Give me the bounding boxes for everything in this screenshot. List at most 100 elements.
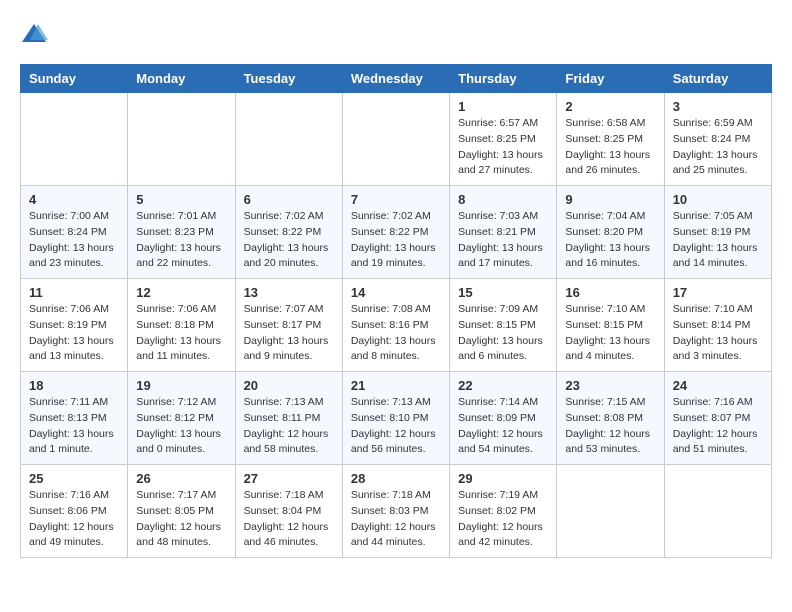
calendar-week-row: 4 Sunrise: 7:00 AM Sunset: 8:24 PM Daylig… [21,186,772,279]
weekday-header-wednesday: Wednesday [342,65,449,93]
day-number: 15 [458,285,548,300]
calendar-cell: 12Sunrise: 7:06 AM Sunset: 8:18 PM Dayli… [128,279,235,372]
day-info: Sunrise: 7:01 AM Sunset: 8:23 PM Dayligh… [136,209,226,272]
calendar-cell: 19 Sunrise: 7:12 AM Sunset: 8:12 PM Dayli… [128,372,235,465]
calendar-cell: 10Sunrise: 7:05 AM Sunset: 8:19 PM Dayli… [664,186,771,279]
calendar-week-row: 25 Sunrise: 7:16 AM Sunset: 8:06 PM Dayli… [21,465,772,558]
day-number: 17 [673,285,763,300]
calendar-cell: 18 Sunrise: 7:11 AM Sunset: 8:13 PM Dayli… [21,372,128,465]
calendar-cell: 8 Sunrise: 7:03 AM Sunset: 8:21 PM Daylig… [450,186,557,279]
day-info: Sunrise: 7:09 AM Sunset: 8:15 PM Dayligh… [458,302,548,365]
day-number: 26 [136,471,226,486]
calendar-cell: 21 Sunrise: 7:13 AM Sunset: 8:10 PM Dayli… [342,372,449,465]
logo-icon [20,20,48,48]
weekday-header-saturday: Saturday [664,65,771,93]
day-number: 27 [244,471,334,486]
calendar-cell: 6 Sunrise: 7:02 AM Sunset: 8:22 PM Daylig… [235,186,342,279]
calendar-cell: 24Sunrise: 7:16 AM Sunset: 8:07 PM Dayli… [664,372,771,465]
day-info: Sunrise: 6:58 AM Sunset: 8:25 PM Dayligh… [565,116,655,179]
calendar-cell: 11 Sunrise: 7:06 AM Sunset: 8:19 PM Dayli… [21,279,128,372]
calendar-cell: 7 Sunrise: 7:02 AM Sunset: 8:22 PM Daylig… [342,186,449,279]
day-number: 11 [29,285,119,300]
calendar-cell: 29 Sunrise: 7:19 AM Sunset: 8:02 PM Dayli… [450,465,557,558]
calendar-header-row: SundayMondayTuesdayWednesdayThursdayFrid… [21,65,772,93]
day-number: 9 [565,192,655,207]
day-info: Sunrise: 7:12 AM Sunset: 8:12 PM Dayligh… [136,395,226,458]
day-number: 5 [136,192,226,207]
day-info: Sunrise: 7:03 AM Sunset: 8:21 PM Dayligh… [458,209,548,272]
weekday-header-tuesday: Tuesday [235,65,342,93]
day-number: 8 [458,192,548,207]
weekday-header-sunday: Sunday [21,65,128,93]
day-number: 14 [351,285,441,300]
day-number: 6 [244,192,334,207]
day-info: Sunrise: 7:02 AM Sunset: 8:22 PM Dayligh… [351,209,441,272]
calendar-cell: 23 Sunrise: 7:15 AM Sunset: 8:08 PM Dayli… [557,372,664,465]
day-info: Sunrise: 7:19 AM Sunset: 8:02 PM Dayligh… [458,488,548,551]
calendar-cell: 3 Sunrise: 6:59 AM Sunset: 8:24 PM Daylig… [664,93,771,186]
calendar-cell: 9Sunrise: 7:04 AM Sunset: 8:20 PM Daylig… [557,186,664,279]
day-info: Sunrise: 6:57 AM Sunset: 8:25 PM Dayligh… [458,116,548,179]
day-number: 7 [351,192,441,207]
weekday-header-monday: Monday [128,65,235,93]
day-info: Sunrise: 7:02 AM Sunset: 8:22 PM Dayligh… [244,209,334,272]
day-info: Sunrise: 7:18 AM Sunset: 8:03 PM Dayligh… [351,488,441,551]
day-info: Sunrise: 7:11 AM Sunset: 8:13 PM Dayligh… [29,395,119,458]
calendar-week-row: 11 Sunrise: 7:06 AM Sunset: 8:19 PM Dayli… [21,279,772,372]
calendar-cell [342,93,449,186]
day-number: 4 [29,192,119,207]
day-number: 23 [565,378,655,393]
calendar-cell: 28 Sunrise: 7:18 AM Sunset: 8:03 PM Dayli… [342,465,449,558]
day-info: Sunrise: 7:16 AM Sunset: 8:07 PM Dayligh… [673,395,763,458]
calendar-cell: 2 Sunrise: 6:58 AM Sunset: 8:25 PM Daylig… [557,93,664,186]
day-number: 28 [351,471,441,486]
calendar-week-row: 18 Sunrise: 7:11 AM Sunset: 8:13 PM Dayli… [21,372,772,465]
calendar-cell: 25 Sunrise: 7:16 AM Sunset: 8:06 PM Dayli… [21,465,128,558]
day-info: Sunrise: 7:00 AM Sunset: 8:24 PM Dayligh… [29,209,119,272]
weekday-header-friday: Friday [557,65,664,93]
day-info: Sunrise: 7:06 AM Sunset: 8:19 PM Dayligh… [29,302,119,365]
day-info: Sunrise: 7:14 AM Sunset: 8:09 PM Dayligh… [458,395,548,458]
day-number: 25 [29,471,119,486]
calendar-cell: 16 Sunrise: 7:10 AM Sunset: 8:15 PM Dayli… [557,279,664,372]
day-number: 21 [351,378,441,393]
calendar-week-row: 1 Sunrise: 6:57 AM Sunset: 8:25 PM Daylig… [21,93,772,186]
day-number: 13 [244,285,334,300]
day-number: 22 [458,378,548,393]
calendar-cell [21,93,128,186]
calendar-cell: 13Sunrise: 7:07 AM Sunset: 8:17 PM Dayli… [235,279,342,372]
day-number: 10 [673,192,763,207]
day-number: 3 [673,99,763,114]
day-number: 29 [458,471,548,486]
day-number: 18 [29,378,119,393]
day-number: 2 [565,99,655,114]
calendar-cell: 15 Sunrise: 7:09 AM Sunset: 8:15 PM Dayli… [450,279,557,372]
calendar-cell [557,465,664,558]
day-info: Sunrise: 7:18 AM Sunset: 8:04 PM Dayligh… [244,488,334,551]
day-info: Sunrise: 7:17 AM Sunset: 8:05 PM Dayligh… [136,488,226,551]
calendar-cell: 22 Sunrise: 7:14 AM Sunset: 8:09 PM Dayli… [450,372,557,465]
day-number: 20 [244,378,334,393]
calendar-cell: 17 Sunrise: 7:10 AM Sunset: 8:14 PM Dayli… [664,279,771,372]
day-info: Sunrise: 7:13 AM Sunset: 8:10 PM Dayligh… [351,395,441,458]
day-info: Sunrise: 7:15 AM Sunset: 8:08 PM Dayligh… [565,395,655,458]
calendar-cell: 20Sunrise: 7:13 AM Sunset: 8:11 PM Dayli… [235,372,342,465]
day-number: 16 [565,285,655,300]
calendar-cell: 1 Sunrise: 6:57 AM Sunset: 8:25 PM Daylig… [450,93,557,186]
calendar-cell: 26 Sunrise: 7:17 AM Sunset: 8:05 PM Dayli… [128,465,235,558]
day-info: Sunrise: 7:10 AM Sunset: 8:15 PM Dayligh… [565,302,655,365]
calendar-cell: 14 Sunrise: 7:08 AM Sunset: 8:16 PM Dayli… [342,279,449,372]
day-info: Sunrise: 7:16 AM Sunset: 8:06 PM Dayligh… [29,488,119,551]
day-number: 1 [458,99,548,114]
calendar-cell: 5 Sunrise: 7:01 AM Sunset: 8:23 PM Daylig… [128,186,235,279]
day-info: Sunrise: 7:06 AM Sunset: 8:18 PM Dayligh… [136,302,226,365]
calendar-cell [235,93,342,186]
header [20,20,772,48]
calendar-cell: 27 Sunrise: 7:18 AM Sunset: 8:04 PM Dayli… [235,465,342,558]
day-info: Sunrise: 7:10 AM Sunset: 8:14 PM Dayligh… [673,302,763,365]
calendar-table: SundayMondayTuesdayWednesdayThursdayFrid… [20,64,772,558]
day-info: Sunrise: 6:59 AM Sunset: 8:24 PM Dayligh… [673,116,763,179]
day-number: 19 [136,378,226,393]
calendar-cell [128,93,235,186]
day-info: Sunrise: 7:08 AM Sunset: 8:16 PM Dayligh… [351,302,441,365]
